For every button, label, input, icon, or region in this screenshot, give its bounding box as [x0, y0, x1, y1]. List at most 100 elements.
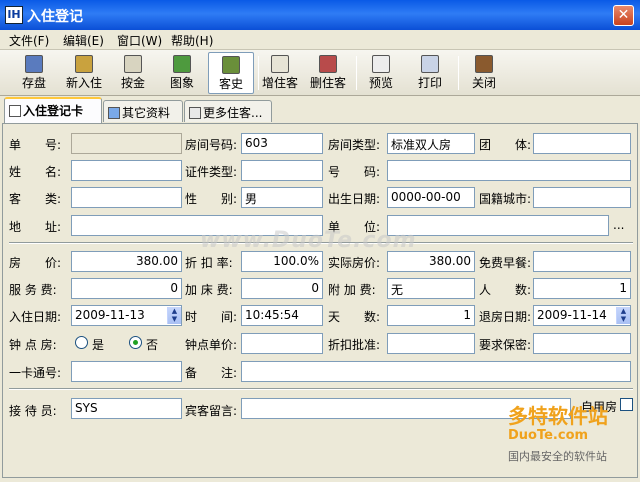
secrecy-field[interactable]: [533, 333, 631, 354]
menu-file[interactable]: 文件(F): [9, 32, 49, 49]
breakfast-label: 免费早餐:: [479, 256, 532, 270]
tab-more-guests[interactable]: 更多住客...: [184, 100, 272, 122]
hourly-yes-radio[interactable]: [75, 336, 88, 349]
checkout-date-spinner[interactable]: ▲ ▼: [616, 307, 630, 324]
close-button[interactable]: 关闭: [464, 52, 504, 94]
nationality-field[interactable]: [533, 187, 631, 208]
menu-edit[interactable]: 编辑(E): [63, 32, 104, 49]
deposit-button[interactable]: 按金: [114, 52, 152, 94]
birth-field[interactable]: 0000-00-00: [387, 187, 475, 208]
card-no-label: 一卡通号:: [9, 366, 62, 380]
room-type-field[interactable]: 标准双人房: [387, 133, 475, 154]
company-field[interactable]: [387, 215, 609, 236]
group-field[interactable]: [533, 133, 631, 154]
close-door-icon: [475, 55, 493, 73]
delete-guest-icon: [319, 55, 337, 73]
image-icon: [173, 55, 191, 73]
nationality-label: 国籍城市:: [479, 192, 532, 206]
menu-bar: 文件(F) 编辑(E) 窗口(W) 帮助(H): [0, 30, 640, 50]
days-label: 天 数:: [328, 310, 381, 324]
time-label: 时 间:: [185, 310, 238, 324]
gender-label: 性 别:: [185, 192, 238, 206]
info-icon: [108, 107, 120, 119]
delete-guest-button[interactable]: 删住客: [307, 52, 349, 94]
secrecy-label: 要求保密:: [479, 338, 532, 352]
toolbar: 存盘 新入住 按金 图象 客史 增住客 删住客 预览 打印 关闭: [0, 50, 640, 96]
company-more-button[interactable]: ...: [613, 218, 624, 232]
guest-type-field[interactable]: [71, 187, 182, 208]
hourly-price-label: 钟点单价:: [185, 338, 238, 352]
card-icon: [9, 105, 21, 117]
hourly-yes-label: 是: [92, 338, 105, 352]
id-no-label: 号 码:: [328, 165, 381, 179]
actual-price-label: 实际房价:: [328, 256, 381, 270]
birth-label: 出生日期:: [328, 192, 381, 206]
preview-button[interactable]: 预览: [362, 52, 400, 94]
room-no-field[interactable]: 603: [241, 133, 323, 154]
print-button[interactable]: 打印: [410, 52, 450, 94]
receptionist-label: 接 待 员:: [9, 404, 57, 418]
hourly-room-label: 钟 点 房:: [9, 338, 57, 352]
window-title: 入住登记: [27, 9, 83, 25]
group-label: 团 体:: [479, 138, 532, 152]
app-icon: IH: [5, 6, 23, 24]
self-use-room-checkbox[interactable]: [620, 398, 633, 411]
window-close-button[interactable]: ✕: [613, 5, 634, 26]
id-no-field[interactable]: [387, 160, 631, 181]
more-guests-icon: [189, 107, 201, 119]
watermark-text: www.DuoTe.com: [200, 228, 417, 253]
price-label: 房 价:: [9, 256, 62, 270]
surcharge-label: 附 加 费:: [328, 283, 376, 297]
days-field[interactable]: 1: [387, 305, 475, 326]
menu-window[interactable]: 窗口(W): [117, 32, 162, 49]
tab-checkin-card[interactable]: 入住登记卡: [4, 97, 102, 123]
room-no-label: 房间号码:: [185, 138, 238, 152]
checkin-date-field[interactable]: 2009-11-13: [71, 305, 182, 326]
hourly-no-radio[interactable]: [129, 336, 142, 349]
surcharge-field[interactable]: 无: [387, 278, 475, 299]
price-field[interactable]: 380.00: [71, 251, 182, 272]
id-type-label: 证件类型:: [185, 165, 238, 179]
hourly-price-field[interactable]: [241, 333, 323, 354]
tab-other-info[interactable]: 其它资料: [103, 100, 183, 122]
service-fee-field[interactable]: 0: [71, 278, 182, 299]
menu-help[interactable]: 帮助(H): [171, 32, 213, 49]
print-icon: [421, 55, 439, 73]
add-guest-button[interactable]: 增住客: [260, 52, 300, 94]
add-guest-icon: [271, 55, 289, 73]
guest-history-button[interactable]: 客史: [208, 52, 254, 94]
room-type-label: 房间类型:: [328, 138, 381, 152]
checkin-date-spinner[interactable]: ▲ ▼: [167, 307, 181, 324]
save-button[interactable]: 存盘: [14, 52, 54, 94]
new-checkin-icon: [75, 55, 93, 73]
id-type-field[interactable]: [241, 160, 323, 181]
guest-type-label: 客 类:: [9, 192, 62, 206]
guest-message-label: 宾客留言:: [185, 404, 238, 418]
image-button[interactable]: 图象: [162, 52, 202, 94]
gender-field[interactable]: 男: [241, 187, 323, 208]
order-no-field: [71, 133, 182, 154]
tab-strip: 入住登记卡 其它资料 更多住客...: [0, 97, 640, 123]
new-checkin-button[interactable]: 新入住: [62, 52, 106, 94]
title-bar: IH 入住登记 ✕: [0, 0, 640, 30]
persons-field[interactable]: 1: [533, 278, 631, 299]
name-label: 姓 名:: [9, 165, 62, 179]
preview-icon: [372, 55, 390, 73]
actual-price-field[interactable]: 380.00: [387, 251, 475, 272]
watermark-slogan: 国内最安全的软件站: [508, 450, 607, 463]
time-field[interactable]: 10:45:54: [241, 305, 323, 326]
remark-field[interactable]: [241, 361, 631, 382]
name-field[interactable]: [71, 160, 182, 181]
receptionist-field[interactable]: SYS: [71, 398, 182, 419]
checkin-date-label: 入住日期:: [9, 310, 62, 324]
address-label: 地 址:: [9, 220, 62, 234]
toolbar-separator: [356, 56, 357, 90]
toolbar-separator: [458, 56, 459, 90]
hourly-no-label: 否: [146, 338, 159, 352]
discount-approve-field[interactable]: [387, 333, 475, 354]
toolbar-separator: [258, 56, 259, 90]
extra-bed-field[interactable]: 0: [241, 278, 323, 299]
discount-field[interactable]: 100.0%: [241, 251, 323, 272]
card-no-field[interactable]: [71, 361, 182, 382]
breakfast-field[interactable]: [533, 251, 631, 272]
